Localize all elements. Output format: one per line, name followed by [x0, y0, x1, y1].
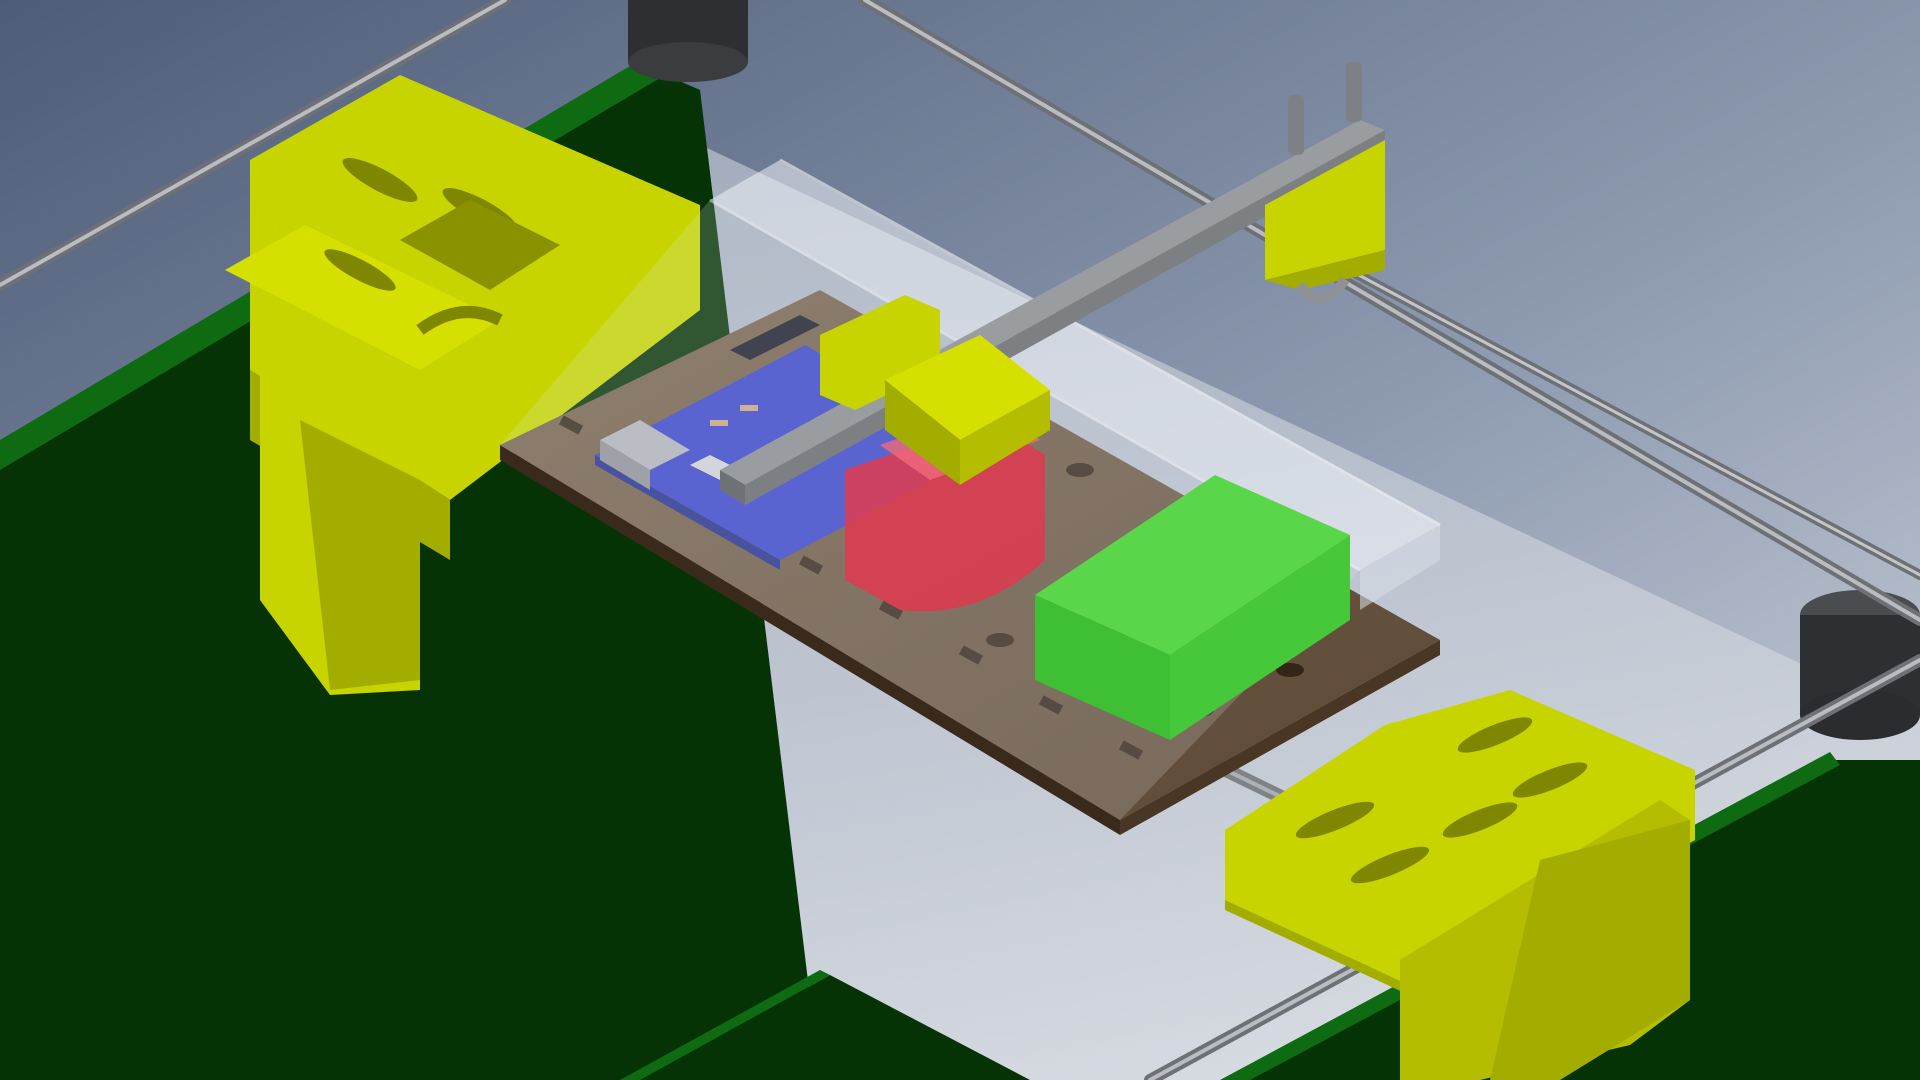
- assembly-render: [0, 0, 1920, 1080]
- foot-top: [628, 0, 748, 82]
- cad-viewport[interactable]: [0, 0, 1920, 1080]
